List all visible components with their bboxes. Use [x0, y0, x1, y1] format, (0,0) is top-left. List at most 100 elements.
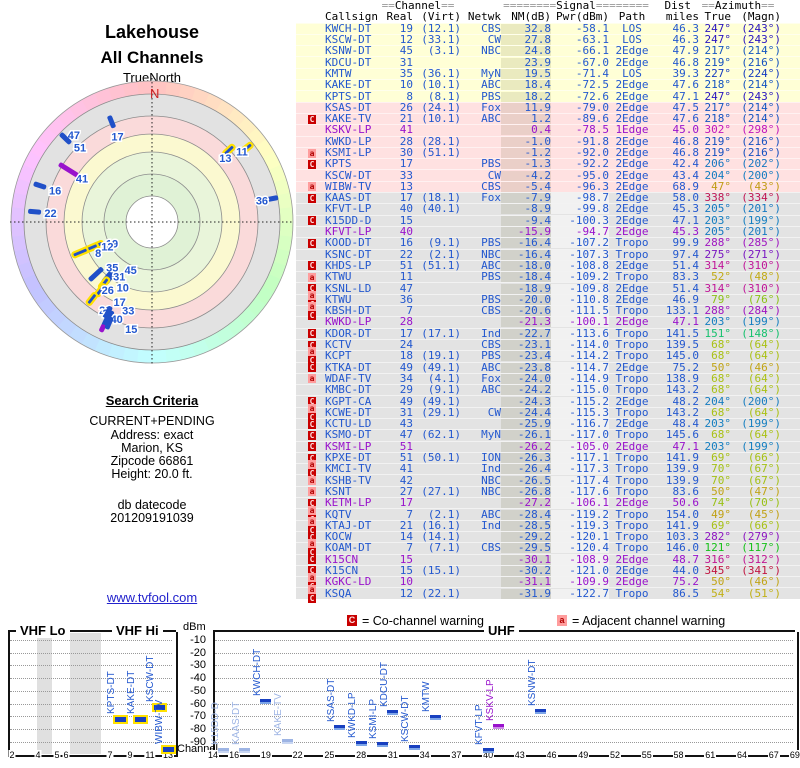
- x-axis-tick: 64: [735, 750, 749, 760]
- signal-bar: [160, 745, 176, 755]
- search-line: CURRENT+PENDING: [89, 414, 215, 428]
- x-axis-tick: 31: [386, 750, 399, 760]
- azimuth-true-cell: 54°: [711, 586, 731, 600]
- azimuth-magn-cell: (202°): [741, 157, 781, 171]
- x-axis-tick: 25: [323, 750, 336, 760]
- path-cell: Tropo: [615, 349, 649, 363]
- distance-cell: 99.9: [672, 236, 700, 250]
- warning-flags: aC: [308, 302, 323, 321]
- warning-flags: C: [308, 329, 323, 339]
- gridline: [215, 716, 793, 718]
- distance-cell: 154.0: [665, 507, 699, 521]
- x-axis-tick: 19: [259, 750, 272, 760]
- signal-bar: [387, 709, 399, 715]
- table-row: a C KCPT 18 (19.1) PBS -23.4 -114.2 Tropo 145.0 68…: [296, 347, 800, 366]
- azimuth-true-cell: 288°: [704, 236, 732, 250]
- gridline: [215, 678, 793, 680]
- station-table: ==Channel== ========Signal======== Dist ==A…: [296, 0, 800, 603]
- adjacent-channel-flag: a: [308, 505, 316, 515]
- power-dbm-cell: -114.2: [551, 350, 609, 362]
- frequency-gap-band: [37, 633, 52, 754]
- distance-cell: 50.6: [672, 496, 700, 510]
- power-dbm-cell: -119.2: [551, 509, 609, 520]
- signal-bar: [376, 741, 388, 747]
- distance-cell: 86.5: [672, 586, 700, 600]
- signal-bar: [132, 714, 148, 724]
- channel-label: 12: [101, 242, 113, 254]
- gridline: [215, 652, 793, 654]
- path-cell: 1Edge: [615, 123, 649, 137]
- azimuth-true-cell: 68°: [711, 383, 731, 397]
- azimuth-true-cell: 206°: [704, 157, 732, 171]
- co-channel-flag: C: [308, 238, 316, 248]
- co-channel-flag: C: [308, 430, 316, 440]
- bar-callsign-label: KSAS-DT: [325, 678, 337, 723]
- callsign-cell: KOOD-DT: [325, 236, 372, 250]
- gridline: [10, 741, 172, 743]
- tvfool-report: Lakehouse All Channels TrueNorth 17 47 51 4…: [0, 0, 800, 768]
- azimuth-magn-cell: (64°): [747, 383, 781, 397]
- co-channel-flag: C: [308, 216, 316, 226]
- distance-cell: 146.0: [665, 541, 699, 555]
- x-axis-tick: 7: [106, 750, 114, 760]
- adjacent-channel-flag: a: [308, 573, 316, 583]
- tvfool-link[interactable]: www.tvfool.com: [0, 590, 304, 605]
- signal-bar: [112, 715, 128, 724]
- network-cell: PBS: [481, 349, 501, 363]
- network-cell: PBS: [481, 270, 501, 284]
- real-channel-cell: 12: [399, 586, 413, 600]
- channel-label: 11: [236, 147, 248, 159]
- virtual-channel-cell: (22.1): [421, 586, 461, 600]
- y-axis-tick: -40: [190, 672, 206, 685]
- path-cell: 2Edge: [615, 575, 649, 589]
- real-channel-cell: 41: [399, 123, 413, 137]
- azimuth-true-cell: 218°: [704, 78, 732, 92]
- network-cell: Ind: [481, 462, 501, 476]
- search-criteria-heading: Search Criteria: [105, 393, 199, 408]
- callsign-cell: KMBC-DT: [325, 383, 372, 397]
- warning-flags: a: [308, 148, 323, 158]
- compass-ring-segment: [279, 222, 293, 238]
- y-axis-tick: -80: [190, 722, 206, 735]
- power-dbm-cell: -115.0: [551, 384, 609, 396]
- co-channel-flag: C: [308, 114, 316, 124]
- gridline: [10, 665, 172, 667]
- table-row: KSNW-DT 45 (3.1) NBC 24.8 -66.1 2Edge 47.9 217° (…: [296, 44, 800, 58]
- signal-bar: [408, 745, 420, 751]
- warning-flags: C: [308, 193, 323, 203]
- x-axis-tick: 49: [577, 750, 590, 760]
- adjacent-channel-flag: a: [308, 272, 316, 282]
- signal-bar: [493, 724, 505, 730]
- callsign-cell: KQTV: [325, 507, 352, 521]
- azimuth-magn-cell: (285°): [741, 236, 781, 250]
- nm-db-cell: -23.4: [501, 350, 551, 362]
- table-row: KWKD-LP 28 -21.3 -100.1 2Edge 47.1 203° (199°): [296, 316, 800, 328]
- real-channel-cell: 29: [399, 383, 413, 397]
- bar-callsign-label: KWKD-LP: [347, 692, 359, 739]
- co-channel-flag: C: [308, 555, 316, 565]
- network-cell: NBC: [481, 44, 501, 58]
- distance-cell: 143.2: [665, 383, 699, 397]
- vhf-bracket: [8, 630, 176, 632]
- x-axis-tick: 67: [767, 750, 780, 760]
- warning-flags: C: [308, 261, 323, 271]
- nm-db-cell: -8.9: [501, 203, 551, 215]
- nm-db-cell: -28.4: [501, 509, 551, 520]
- power-dbm-cell: -100.1: [551, 316, 609, 328]
- path-cell: 2Edge: [615, 44, 649, 58]
- gridline: [215, 640, 793, 641]
- table-row: a C KSQA 12 (22.1) -31.9 -122.7 Tropo 86.5 54° (51…: [296, 584, 800, 603]
- table-row: aCKQTV7(2.1)ABC-28.4-119.2Tropo154.049°(…: [296, 505, 800, 524]
- x-axis-tick: 52: [609, 750, 622, 760]
- path-cell: Tropo: [615, 428, 649, 442]
- compass-ring-segment: [279, 207, 293, 223]
- distance-cell: 47.6: [672, 78, 700, 92]
- signal-bar: [535, 708, 547, 714]
- bar-callsign-label: KAKE-DT: [126, 670, 137, 714]
- real-channel-cell: 45: [399, 44, 413, 58]
- adjacent-channel-flag: a: [308, 516, 316, 526]
- warning-flags: a: [308, 374, 323, 384]
- co-channel-flag: C: [308, 193, 316, 203]
- radar-plot: 1747514116221912835453110262121733401513…: [10, 78, 294, 366]
- callsign-cell: KAKE-DT: [325, 78, 372, 92]
